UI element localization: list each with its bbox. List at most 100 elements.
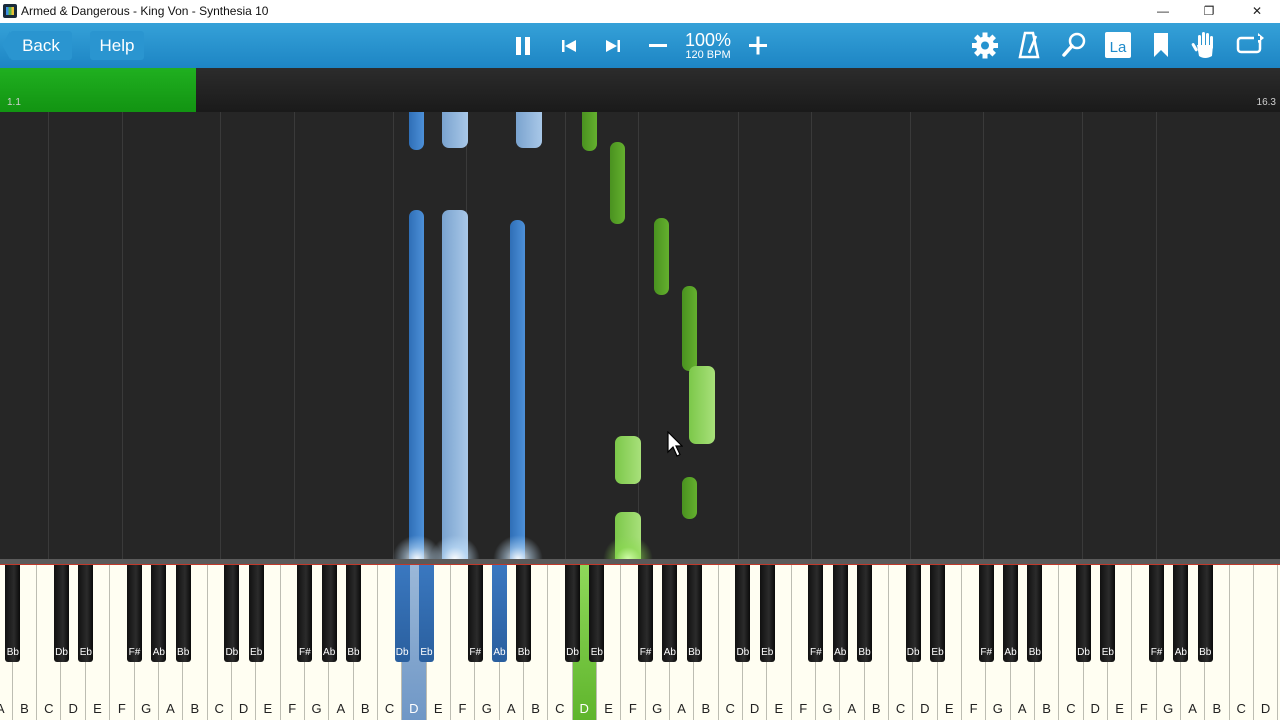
white-key[interactable]: C xyxy=(1229,565,1254,720)
octave-line xyxy=(294,112,295,559)
speed-readout[interactable]: 100% 120 BPM xyxy=(680,31,736,61)
black-key-label: Ab xyxy=(493,647,506,658)
magnifier-icon[interactable] xyxy=(1054,23,1094,68)
black-key[interactable]: Ab xyxy=(151,565,167,662)
white-key-label: D xyxy=(920,701,930,716)
black-key-label: Ab xyxy=(1004,647,1017,658)
black-key-label: Ab xyxy=(152,647,165,658)
black-key[interactable]: F# xyxy=(978,565,994,662)
black-key-label: Db xyxy=(566,647,579,658)
black-key-label: Db xyxy=(906,647,920,658)
black-key[interactable]: F# xyxy=(638,565,654,662)
white-key-label: C xyxy=(384,701,395,716)
progress-end-label: 16.3 xyxy=(1256,97,1276,108)
black-key[interactable]: Db xyxy=(54,565,69,662)
mouse-cursor-icon xyxy=(667,431,683,457)
black-key[interactable]: Bb xyxy=(5,565,21,662)
white-key-label: C xyxy=(1066,701,1076,716)
white-key-label: F xyxy=(1139,701,1148,716)
black-key[interactable]: F# xyxy=(467,565,483,662)
black-key[interactable]: F# xyxy=(1149,565,1165,662)
black-key[interactable]: Db xyxy=(565,565,581,662)
black-key[interactable]: Db xyxy=(224,565,240,662)
bookmark-icon[interactable] xyxy=(1141,23,1181,68)
black-key[interactable]: Db xyxy=(394,565,410,662)
falling-notes-area xyxy=(0,112,1280,559)
song-progress-bar[interactable]: 1.1 16.3 xyxy=(0,68,1280,112)
black-key[interactable]: Db xyxy=(1076,565,1092,662)
white-key-label: B xyxy=(1212,701,1222,716)
black-key[interactable]: F# xyxy=(808,565,824,662)
white-key-label: C xyxy=(725,701,735,716)
octave-line xyxy=(1156,112,1157,559)
white-key-label: F xyxy=(628,701,637,716)
minimize-button[interactable]: — xyxy=(1140,0,1186,23)
black-key[interactable]: Eb xyxy=(930,565,946,662)
octave-line xyxy=(983,112,984,559)
black-key[interactable]: Bb xyxy=(175,565,191,662)
white-key-label: D xyxy=(579,701,589,716)
black-key[interactable]: Ab xyxy=(1173,565,1189,662)
piano-keyboard[interactable]: ABCDEFGABCDEFGABCDEFGABCDEFGABCDEFGABCDE… xyxy=(0,565,1280,720)
synthesia-app-icon xyxy=(3,4,17,18)
black-key[interactable]: Db xyxy=(735,565,751,662)
restore-button[interactable]: ❐ xyxy=(1186,0,1232,23)
black-key[interactable]: Ab xyxy=(832,565,848,662)
octave-line xyxy=(910,112,911,559)
white-key-label: G xyxy=(1163,701,1174,716)
black-key[interactable]: Eb xyxy=(1100,565,1116,662)
black-key[interactable]: Ab xyxy=(1003,565,1019,662)
black-key[interactable]: Eb xyxy=(589,565,605,662)
black-key-label: Db xyxy=(395,647,409,658)
black-key[interactable]: Bb xyxy=(857,565,873,662)
black-key[interactable]: Ab xyxy=(321,565,337,662)
black-key[interactable]: Bb xyxy=(516,565,532,662)
black-key[interactable]: F# xyxy=(297,565,313,662)
black-key[interactable]: F# xyxy=(127,565,142,662)
plus-icon[interactable] xyxy=(738,23,778,68)
white-key-label: C xyxy=(895,701,906,716)
labels-icon[interactable]: La xyxy=(1098,23,1138,68)
black-key[interactable]: Bb xyxy=(686,565,702,662)
progress-fill xyxy=(0,68,196,112)
white-key-label: F xyxy=(288,701,297,716)
black-key[interactable]: Eb xyxy=(419,565,435,662)
black-key[interactable]: Eb xyxy=(759,565,775,662)
back-button[interactable]: Back xyxy=(2,31,72,60)
minus-icon[interactable] xyxy=(638,23,678,68)
white-key-label: B xyxy=(871,701,881,716)
black-key[interactable]: Bb xyxy=(1197,565,1213,662)
gear-icon[interactable] xyxy=(965,23,1005,68)
black-key-label: Db xyxy=(55,647,68,658)
black-key[interactable]: Eb xyxy=(78,565,94,662)
metronome-icon[interactable] xyxy=(1009,23,1049,68)
pause-icon[interactable] xyxy=(503,23,543,68)
labels-icon-text: La xyxy=(1110,39,1127,56)
black-key-label: Eb xyxy=(420,647,433,658)
white-key-label: G xyxy=(992,701,1003,716)
black-key[interactable]: Db xyxy=(905,565,921,662)
white-key-label: D xyxy=(68,701,78,716)
white-key-label: C xyxy=(44,701,54,716)
black-key[interactable]: Bb xyxy=(1027,565,1043,662)
skip-forward-icon[interactable] xyxy=(593,23,633,68)
white-key-label: F xyxy=(799,701,808,716)
white-key-label: D xyxy=(1090,701,1100,716)
black-key[interactable]: Bb xyxy=(346,565,362,662)
black-key[interactable]: Ab xyxy=(662,565,678,662)
black-key-label: F# xyxy=(810,647,822,658)
loop-icon[interactable] xyxy=(1230,23,1270,68)
white-key[interactable]: D xyxy=(1253,565,1279,720)
white-key-label: B xyxy=(20,701,29,716)
black-key[interactable]: Ab xyxy=(492,565,508,662)
help-button[interactable]: Help xyxy=(90,31,144,60)
black-key-label: Db xyxy=(736,647,750,658)
black-key[interactable]: Eb xyxy=(248,565,264,662)
white-key-label: B xyxy=(531,701,540,716)
close-button[interactable]: ✕ xyxy=(1234,0,1280,23)
black-key-label: F# xyxy=(469,647,482,658)
hand-icon[interactable] xyxy=(1185,23,1225,68)
white-key-label: A xyxy=(1017,701,1027,716)
skip-back-icon[interactable] xyxy=(549,23,589,68)
white-key-label: A xyxy=(336,701,346,716)
